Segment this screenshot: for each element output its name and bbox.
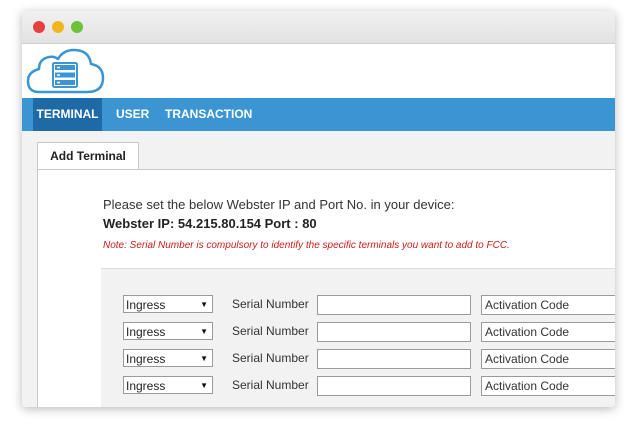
terminal-row: Ingress ▼ Serial Number Activation Code (101, 376, 615, 396)
direction-select-value: Ingress (126, 298, 166, 312)
main-content: Add Terminal Please set the below Webste… (22, 131, 615, 407)
serial-number-input[interactable] (317, 349, 471, 369)
terminal-row: Ingress ▼ Serial Number Activation Code (101, 295, 615, 315)
header (22, 44, 615, 99)
maximize-button[interactable] (71, 21, 83, 33)
terminal-row: Ingress ▼ Serial Number Activation Code (101, 322, 615, 342)
window-titlebar (22, 11, 615, 44)
chevron-down-icon: ▼ (200, 381, 208, 390)
direction-select-value: Ingress (126, 325, 166, 339)
serial-number-label: Serial Number (232, 378, 309, 392)
add-terminal-panel: Please set the below Webster IP and Port… (37, 169, 615, 407)
serial-number-label: Serial Number (232, 351, 309, 365)
nav-item-user[interactable]: USER (116, 98, 149, 131)
activation-code-input[interactable]: Activation Code (481, 322, 615, 342)
direction-select[interactable]: Ingress ▼ (123, 376, 213, 394)
chevron-down-icon: ▼ (200, 300, 208, 309)
app-window: TERMINAL USER TRANSACTION Add Terminal P… (22, 11, 615, 407)
serial-note: Note: Serial Number is compulsory to ide… (103, 240, 510, 251)
direction-select[interactable]: Ingress ▼ (123, 295, 213, 313)
activation-code-input[interactable]: Activation Code (481, 376, 615, 396)
activation-code-input[interactable]: Activation Code (481, 295, 615, 315)
chevron-down-icon: ▼ (200, 354, 208, 363)
tab-add-terminal[interactable]: Add Terminal (37, 142, 139, 170)
serial-number-input[interactable] (317, 376, 471, 396)
close-button[interactable] (33, 21, 45, 33)
nav-item-terminal[interactable]: TERMINAL (33, 98, 102, 131)
main-nav: TERMINAL USER TRANSACTION (22, 98, 615, 131)
direction-select-value: Ingress (126, 352, 166, 366)
nav-item-transaction[interactable]: TRANSACTION (165, 98, 252, 131)
serial-number-input[interactable] (317, 295, 471, 315)
instruction-text: Please set the below Webster IP and Port… (103, 197, 455, 212)
serial-number-label: Serial Number (232, 297, 309, 311)
direction-select-value: Ingress (126, 379, 166, 393)
terminal-row: Ingress ▼ Serial Number Activation Code (101, 349, 615, 369)
direction-select[interactable]: Ingress ▼ (123, 349, 213, 367)
cloud-server-icon[interactable] (25, 47, 107, 97)
minimize-button[interactable] (52, 21, 64, 33)
webster-ip-text: Webster IP: 54.215.80.154 Port : 80 (103, 216, 317, 231)
chevron-down-icon: ▼ (200, 327, 208, 336)
serial-number-input[interactable] (317, 322, 471, 342)
serial-number-label: Serial Number (232, 324, 309, 338)
direction-select[interactable]: Ingress ▼ (123, 322, 213, 340)
terminal-form: Ingress ▼ Serial Number Activation Code … (101, 268, 615, 407)
activation-code-input[interactable]: Activation Code (481, 349, 615, 369)
